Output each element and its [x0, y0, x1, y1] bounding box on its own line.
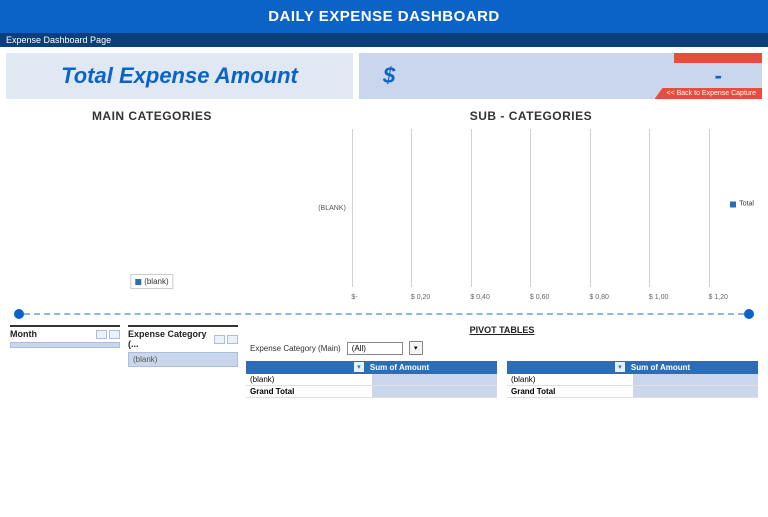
- divider-line: [24, 313, 744, 315]
- category-slicer-label: Expense Category (...: [128, 329, 214, 349]
- pivot-filter-row: Expense Category (Main) (All) ▾: [246, 341, 758, 355]
- sub-categories-chart: SUB - CATEGORIES (BLANK) $- $ 0,20 $ 0,4…: [304, 109, 758, 299]
- pivot2-values-header: Sum of Amount: [627, 361, 758, 374]
- sub-chart-grid: $- $ 0,20 $ 0,40 $ 0,60 $ 0,80 $ 1,00 $ …: [352, 129, 710, 299]
- pivot-table-1: ▾ Sum of Amount (blank) Grand Total: [246, 361, 497, 398]
- divider-dot-right: [744, 309, 754, 319]
- total-expense-label-box: Total Expense Amount: [6, 53, 353, 99]
- sub-categories-plot-area: (BLANK) $- $ 0,20 $ 0,40 $ 0,60 $ 0,80 $…: [304, 129, 758, 299]
- divider-dot-left: [14, 309, 24, 319]
- sub-categories-legend: Total: [730, 201, 754, 208]
- category-slicer[interactable]: Expense Category (... (blank): [128, 325, 238, 398]
- total-expense-value-box: $ - << Back to Expense Capture: [359, 53, 762, 99]
- table-row: (blank): [507, 374, 758, 386]
- table-row: (blank): [246, 374, 497, 386]
- pivot-tables-panel: PIVOT TABLES Expense Category (Main) (Al…: [246, 325, 758, 398]
- sub-categories-title: SUB - CATEGORIES: [304, 109, 758, 123]
- total-expense-value: -: [715, 63, 722, 89]
- pivot2-row-label-header[interactable]: ▾: [507, 361, 627, 374]
- section-divider: [0, 299, 768, 325]
- sub-chart-x-ticks: $- $ 0,20 $ 0,40 $ 0,60 $ 0,80 $ 1,00 $ …: [352, 294, 710, 301]
- month-slicer-label: Month: [10, 329, 37, 339]
- pivot-filter-value[interactable]: (All): [347, 342, 403, 355]
- page-title: DAILY EXPENSE DASHBOARD: [268, 8, 500, 25]
- main-categories-title: MAIN CATEGORIES: [10, 109, 294, 123]
- table-row: Grand Total: [507, 386, 758, 398]
- legend-swatch: [135, 279, 141, 285]
- slicer-multi-select-icon[interactable]: [214, 335, 225, 344]
- sheet-tab-strip: Expense Dashboard Page: [0, 33, 768, 47]
- title-bar: DAILY EXPENSE DASHBOARD: [0, 0, 768, 33]
- currency-symbol: $: [383, 63, 395, 89]
- pivot-tables-container: ▾ Sum of Amount (blank) Grand Total ▾ Su…: [246, 361, 758, 398]
- total-expense-label: Total Expense Amount: [61, 63, 298, 88]
- pivot1-row-label-header[interactable]: ▾: [246, 361, 366, 374]
- slicer-clear-filter-icon[interactable]: [227, 335, 238, 344]
- month-slicer[interactable]: Month: [10, 325, 120, 398]
- main-categories-chart: MAIN CATEGORIES (blank): [10, 109, 294, 299]
- month-slicer-item[interactable]: [10, 342, 120, 348]
- legend-label: Total: [739, 201, 754, 208]
- main-categories-legend: (blank): [130, 274, 173, 289]
- chevron-down-icon[interactable]: ▾: [615, 362, 625, 372]
- legend-swatch: [730, 201, 736, 207]
- slicer-multi-select-icon[interactable]: [96, 330, 107, 339]
- sub-chart-y-label: (BLANK): [304, 129, 352, 299]
- main-categories-plot-area: (blank): [10, 129, 294, 289]
- table-row: Grand Total: [246, 386, 497, 398]
- chevron-down-icon[interactable]: ▾: [354, 362, 364, 372]
- category-slicer-item[interactable]: (blank): [128, 352, 238, 367]
- pivot-table-2: ▾ Sum of Amount (blank) Grand Total: [507, 361, 758, 398]
- bottom-row: Month Expense Category (... (blank) PIVO…: [0, 325, 768, 406]
- pivot-filter-dropdown-button[interactable]: ▾: [409, 341, 423, 355]
- sheet-tab-label[interactable]: Expense Dashboard Page: [6, 35, 111, 45]
- back-to-capture-link[interactable]: << Back to Expense Capture: [655, 88, 763, 99]
- pivot-tables-title: PIVOT TABLES: [246, 325, 758, 335]
- pivot-filter-label: Expense Category (Main): [250, 344, 341, 353]
- alert-strip: [674, 53, 762, 63]
- legend-label: (blank): [144, 277, 168, 286]
- pivot1-values-header: Sum of Amount: [366, 361, 497, 374]
- total-expense-row: Total Expense Amount $ - << Back to Expe…: [0, 47, 768, 105]
- charts-row: MAIN CATEGORIES (blank) SUB - CATEGORIES…: [0, 105, 768, 299]
- slicer-clear-filter-icon[interactable]: [109, 330, 120, 339]
